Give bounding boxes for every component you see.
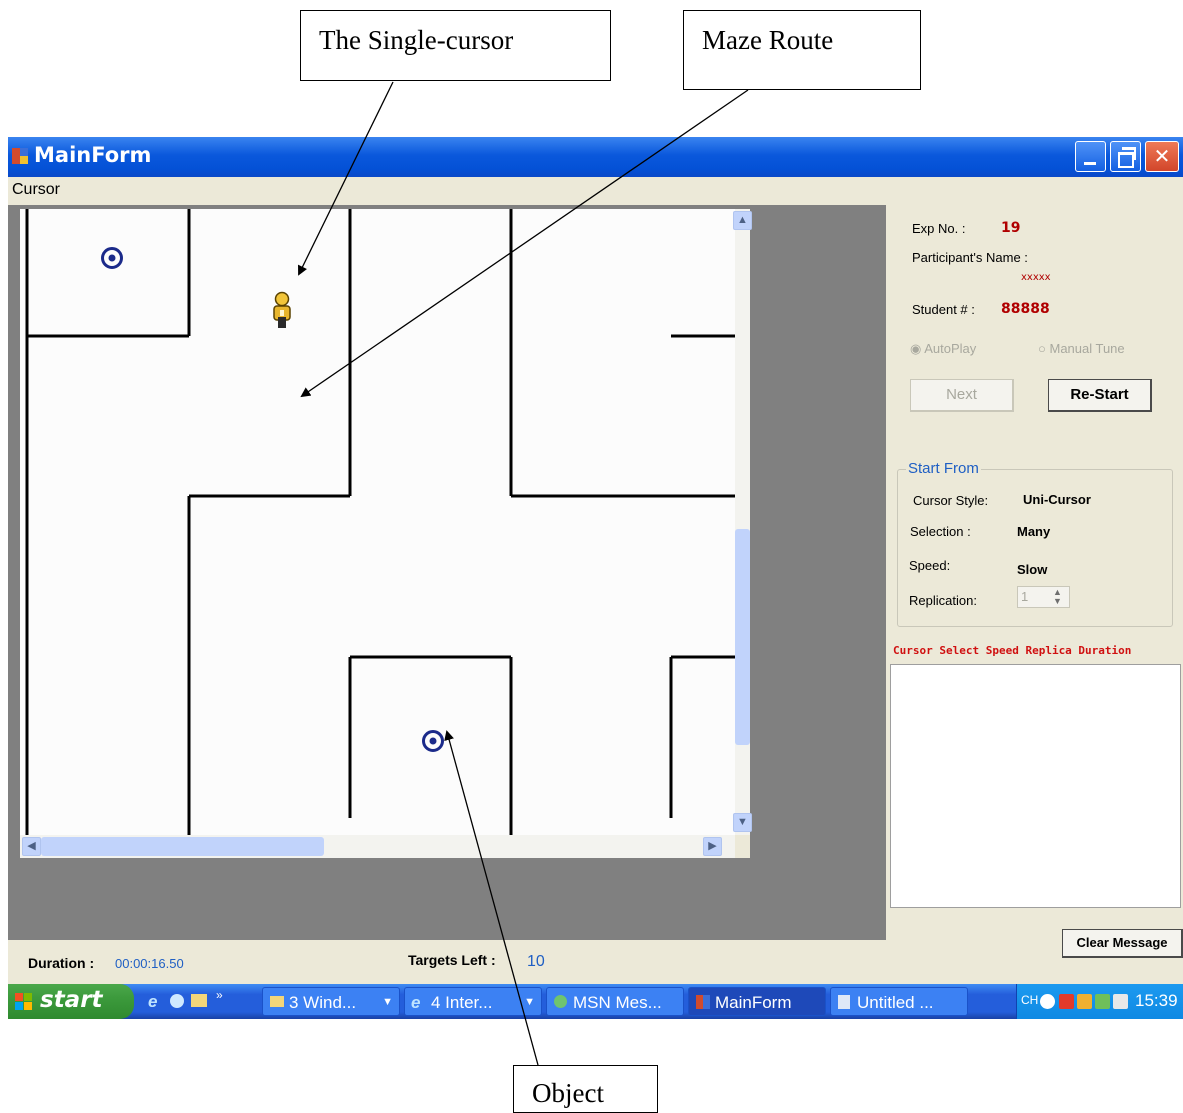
object-arrow: [444, 730, 539, 1066]
callout-arrows: [298, 81, 749, 1066]
single-cursor-arrow: [298, 81, 394, 276]
maze-route-arrow: [300, 89, 749, 398]
